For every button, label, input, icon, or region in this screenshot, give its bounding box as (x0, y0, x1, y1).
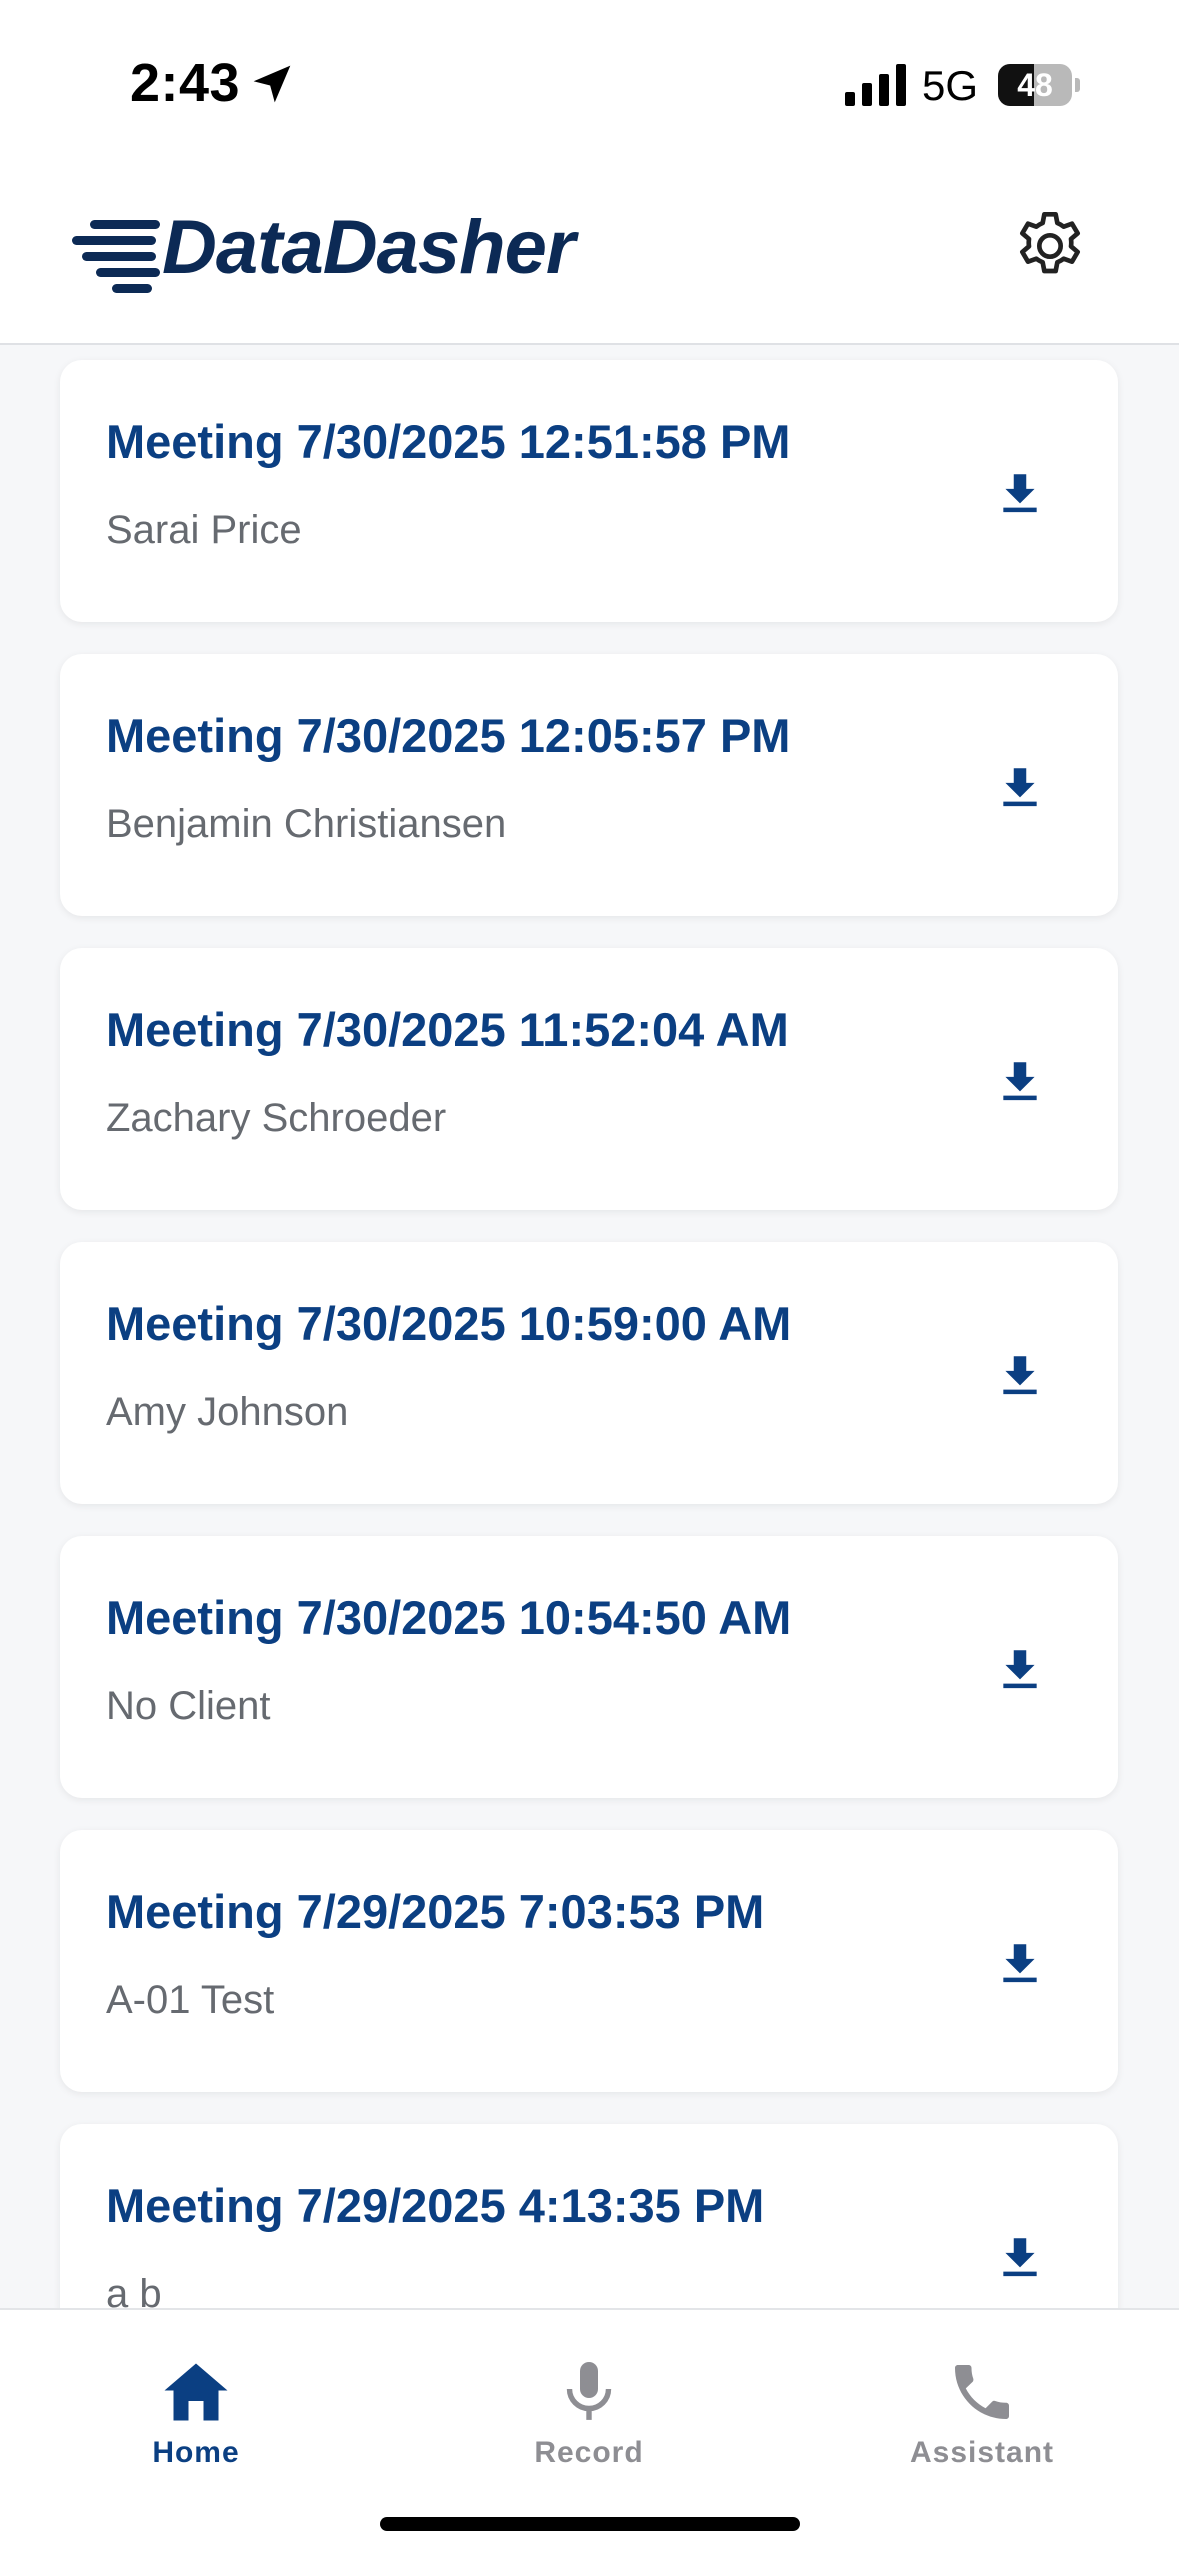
meeting-client: a b (106, 2272, 162, 2308)
bottom-tab-bar: Home Record Assistant (0, 2308, 1179, 2558)
meeting-title: Meeting 7/29/2025 4:13:35 PM (106, 2179, 765, 2232)
meeting-client: Benjamin Christiansen (106, 802, 507, 846)
home-indicator (380, 2517, 800, 2531)
meeting-client: A-01 Test (106, 1978, 275, 2022)
meeting-card[interactable]: Meeting 7/30/2025 12:51:58 PM Sarai Pric… (60, 360, 1118, 622)
phone-icon (955, 2365, 1009, 2419)
meeting-card[interactable]: Meeting 7/30/2025 10:54:50 AM No Client (60, 1536, 1118, 1798)
meeting-card[interactable]: Meeting 7/30/2025 10:59:00 AM Amy Johnso… (60, 1242, 1118, 1504)
download-icon[interactable] (995, 762, 1045, 812)
status-time: 2:43 (130, 53, 241, 113)
meeting-title: Meeting 7/30/2025 12:05:57 PM (106, 709, 791, 762)
download-icon[interactable] (995, 2232, 1045, 2282)
meeting-title: Meeting 7/30/2025 10:59:00 AM (106, 1297, 792, 1350)
tab-home-label: Home (152, 2436, 240, 2469)
cellular-signal-icon (845, 64, 906, 106)
battery-level: 48 (1017, 67, 1053, 103)
settings-gear-icon[interactable] (1010, 206, 1090, 286)
battery-icon: 48 (998, 64, 1080, 108)
tab-record-label: Record (534, 2436, 644, 2469)
meeting-title: Meeting 7/30/2025 11:52:04 AM (106, 1003, 789, 1056)
app-logo: DataDasher (72, 198, 592, 298)
download-icon[interactable] (995, 1938, 1045, 1988)
app-name: DataDasher (162, 205, 575, 290)
meeting-title: Meeting 7/30/2025 12:51:58 PM (106, 415, 791, 468)
download-icon[interactable] (995, 468, 1045, 518)
tab-home[interactable]: Home (86, 2356, 306, 2476)
meeting-client: Zachary Schroeder (106, 1096, 447, 1140)
home-icon (164, 2363, 228, 2421)
meeting-client: Amy Johnson (106, 1390, 349, 1434)
download-icon[interactable] (995, 1644, 1045, 1694)
meeting-card[interactable]: Meeting 7/29/2025 7:03:53 PM A-01 Test (60, 1830, 1118, 2092)
download-icon[interactable] (995, 1056, 1045, 1106)
meeting-client: No Client (106, 1684, 271, 1728)
status-bar: 2:43 5G 48 (0, 0, 1179, 150)
network-type: 5G (922, 62, 979, 109)
download-icon[interactable] (995, 1350, 1045, 1400)
microphone-icon (566, 2362, 612, 2420)
meeting-title: Meeting 7/29/2025 7:03:53 PM (106, 1885, 765, 1938)
meeting-card[interactable]: Meeting 7/30/2025 11:52:04 AM Zachary Sc… (60, 948, 1118, 1210)
meeting-card[interactable]: Meeting 7/29/2025 4:13:35 PM a b (60, 2124, 1118, 2308)
meeting-list[interactable]: Meeting 7/30/2025 12:51:58 PM Sarai Pric… (0, 345, 1179, 2308)
tab-assistant[interactable]: Assistant (872, 2356, 1092, 2476)
tab-record[interactable]: Record (479, 2356, 699, 2476)
meeting-card[interactable]: Meeting 7/30/2025 12:05:57 PM Benjamin C… (60, 654, 1118, 916)
app-header: DataDasher (0, 150, 1179, 345)
meeting-client: Sarai Price (106, 508, 302, 552)
meeting-title: Meeting 7/30/2025 10:54:50 AM (106, 1591, 792, 1644)
location-arrow-icon (253, 65, 291, 103)
tab-assistant-label: Assistant (909, 2436, 1055, 2469)
